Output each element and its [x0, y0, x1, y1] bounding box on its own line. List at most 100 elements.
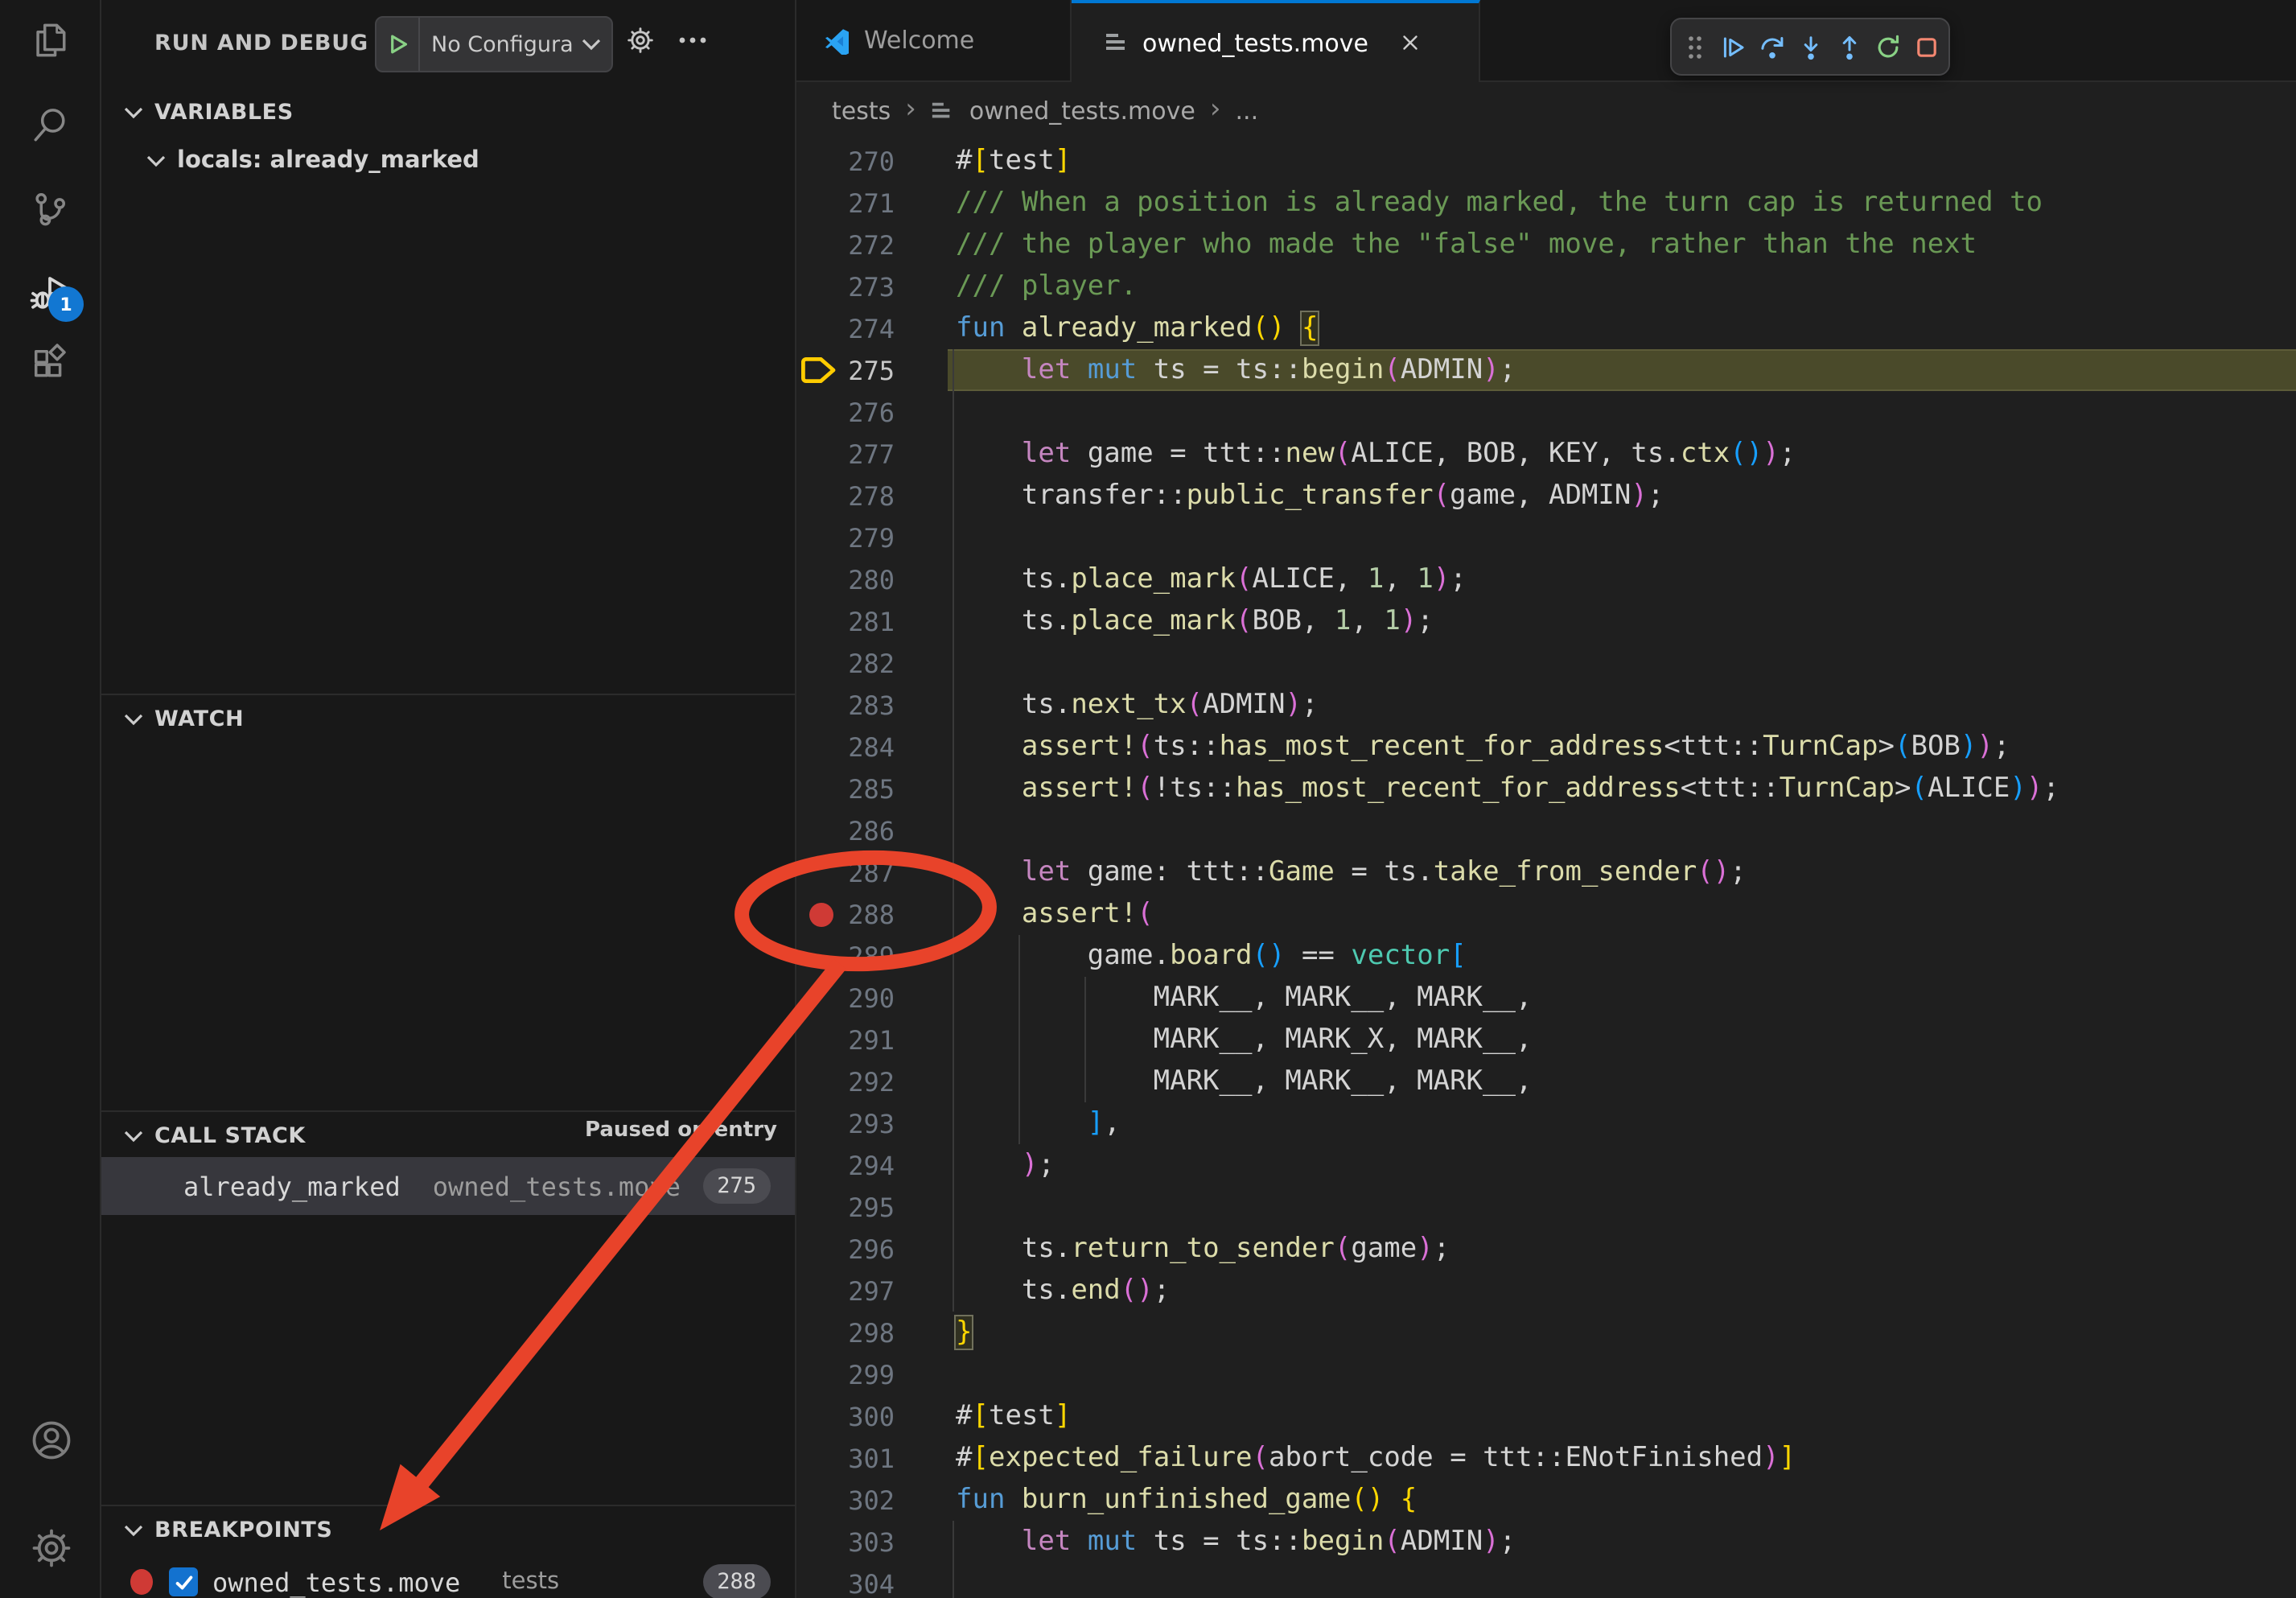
code-line-301[interactable]: 301#[expected_failure(abort_code = ttt::… — [796, 1437, 2296, 1479]
line-number[interactable]: 270 — [841, 146, 895, 176]
line-number[interactable]: 298 — [841, 1317, 895, 1348]
glyph-margin[interactable] — [796, 768, 841, 809]
code-line-287[interactable]: 287 let game: ttt::Game = ts.take_from_s… — [796, 851, 2296, 893]
glyph-margin[interactable] — [796, 266, 841, 307]
line-number[interactable]: 278 — [841, 480, 895, 511]
line-number[interactable]: 287 — [841, 857, 895, 888]
step-over-icon[interactable] — [1755, 31, 1788, 63]
glyph-margin[interactable] — [796, 1563, 841, 1598]
source-control-icon[interactable] — [27, 187, 72, 232]
code-line-275[interactable]: 275 let mut ts = ts::begin(ADMIN); — [796, 349, 2296, 391]
glyph-margin[interactable] — [796, 391, 841, 433]
current-line-glyph[interactable] — [796, 349, 841, 391]
start-debug-icon[interactable] — [376, 32, 418, 56]
breakpoint-checkbox[interactable] — [169, 1567, 198, 1596]
line-number[interactable]: 289 — [841, 941, 895, 971]
glyph-margin[interactable] — [796, 935, 841, 977]
restart-icon[interactable] — [1871, 31, 1903, 63]
glyph-margin[interactable] — [796, 224, 841, 266]
glyph-margin[interactable] — [796, 517, 841, 558]
explorer-icon[interactable] — [27, 18, 72, 63]
glyph-margin[interactable] — [796, 307, 841, 349]
locals-scope-row[interactable]: locals: already_marked — [146, 138, 479, 183]
glyph-margin[interactable] — [796, 851, 841, 893]
code-line-280[interactable]: 280 ts.place_mark(ALICE, 1, 1); — [796, 558, 2296, 600]
code-line-277[interactable]: 277 let game = ttt::new(ALICE, BOB, KEY,… — [796, 433, 2296, 475]
line-number[interactable]: 299 — [841, 1359, 895, 1390]
breadcrumb-item[interactable]: owned_tests.move — [969, 96, 1195, 125]
code-line-297[interactable]: 297 ts.end(); — [796, 1270, 2296, 1312]
glyph-margin[interactable] — [796, 726, 841, 768]
glyph-margin[interactable] — [796, 809, 841, 851]
settings-gear-icon[interactable] — [27, 1524, 72, 1569]
glyph-margin[interactable] — [796, 977, 841, 1019]
line-number[interactable]: 303 — [841, 1526, 895, 1557]
code-line-281[interactable]: 281 ts.place_mark(BOB, 1, 1); — [796, 600, 2296, 642]
glyph-margin[interactable] — [796, 1102, 841, 1144]
account-icon[interactable] — [27, 1416, 72, 1461]
stop-icon[interactable] — [1910, 31, 1942, 63]
breakpoint-glyph[interactable] — [796, 893, 841, 935]
code-line-273[interactable]: 273/// player. — [796, 266, 2296, 307]
glyph-margin[interactable] — [796, 1479, 841, 1521]
code-line-293[interactable]: 293 ], — [796, 1102, 2296, 1144]
code-line-290[interactable]: 290 MARK__, MARK__, MARK__, — [796, 977, 2296, 1019]
code-line-288[interactable]: 288 assert!( — [796, 893, 2296, 935]
line-number[interactable]: 273 — [841, 271, 895, 302]
line-number[interactable]: 274 — [841, 313, 895, 344]
glyph-margin[interactable] — [796, 475, 841, 517]
code-line-279[interactable]: 279 — [796, 517, 2296, 558]
breadcrumb-item[interactable]: ... — [1236, 96, 1259, 125]
glyph-margin[interactable] — [796, 1144, 841, 1186]
line-number[interactable]: 293 — [841, 1108, 895, 1139]
code-line-289[interactable]: 289 game.board() == vector[ — [796, 935, 2296, 977]
code-editor[interactable]: 270#[test]271/// When a position is alre… — [796, 140, 2296, 1598]
line-number[interactable]: 272 — [841, 229, 895, 260]
line-number[interactable]: 288 — [841, 899, 895, 929]
code-line-271[interactable]: 271/// When a position is already marked… — [796, 182, 2296, 224]
call-stack-section-header[interactable]: CALL STACK — [124, 1115, 306, 1157]
line-number[interactable]: 286 — [841, 815, 895, 846]
line-number[interactable]: 297 — [841, 1275, 895, 1306]
glyph-margin[interactable] — [796, 1395, 841, 1437]
line-number[interactable]: 282 — [841, 648, 895, 678]
code-line-270[interactable]: 270#[test] — [796, 140, 2296, 182]
glyph-margin[interactable] — [796, 642, 841, 684]
code-line-283[interactable]: 283 ts.next_tx(ADMIN); — [796, 684, 2296, 726]
glyph-margin[interactable] — [796, 1312, 841, 1353]
line-number[interactable]: 294 — [841, 1150, 895, 1180]
step-out-icon[interactable] — [1833, 31, 1865, 63]
glyph-margin[interactable] — [796, 1061, 841, 1102]
code-line-285[interactable]: 285 assert!(!ts::has_most_recent_for_add… — [796, 768, 2296, 809]
step-into-icon[interactable] — [1794, 31, 1826, 63]
line-number[interactable]: 304 — [841, 1568, 895, 1598]
code-line-276[interactable]: 276 — [796, 391, 2296, 433]
close-icon[interactable] — [1397, 31, 1422, 55]
line-number[interactable]: 296 — [841, 1234, 895, 1264]
breakpoints-section-header[interactable]: BREAKPOINTS — [124, 1509, 333, 1551]
glyph-margin[interactable] — [796, 1019, 841, 1061]
line-number[interactable]: 284 — [841, 731, 895, 762]
glyph-margin[interactable] — [796, 600, 841, 642]
glyph-margin[interactable] — [796, 558, 841, 600]
glyph-margin[interactable] — [796, 140, 841, 182]
line-number[interactable]: 276 — [841, 397, 895, 427]
code-line-302[interactable]: 302fun burn_unfinished_game() { — [796, 1479, 2296, 1521]
drag-handle-icon[interactable] — [1678, 31, 1710, 63]
config-dropdown-label[interactable]: No Configura — [420, 31, 581, 57]
code-line-304[interactable]: 304 — [796, 1563, 2296, 1598]
glyph-margin[interactable] — [796, 1270, 841, 1312]
glyph-margin[interactable] — [796, 684, 841, 726]
continue-icon[interactable] — [1717, 31, 1749, 63]
glyph-margin[interactable] — [796, 1353, 841, 1395]
code-line-291[interactable]: 291 MARK__, MARK_X, MARK__, — [796, 1019, 2296, 1061]
line-number[interactable]: 283 — [841, 690, 895, 720]
glyph-margin[interactable] — [796, 1228, 841, 1270]
line-number[interactable]: 280 — [841, 564, 895, 595]
line-number[interactable]: 275 — [841, 355, 895, 385]
line-number[interactable]: 300 — [841, 1401, 895, 1431]
code-line-278[interactable]: 278 transfer::public_transfer(game, ADMI… — [796, 475, 2296, 517]
line-number[interactable]: 291 — [841, 1024, 895, 1055]
line-number[interactable]: 279 — [841, 522, 895, 553]
line-number[interactable]: 277 — [841, 439, 895, 469]
